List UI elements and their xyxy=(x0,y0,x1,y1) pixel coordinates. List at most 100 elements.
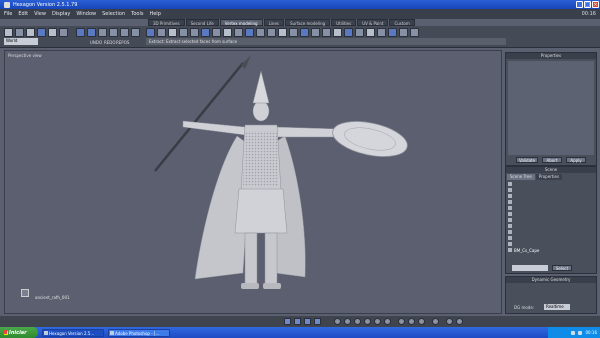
push-icon[interactable] xyxy=(377,28,386,37)
taskbar-item-hexagon[interactable]: Hexagon Version 2.5... xyxy=(42,328,104,337)
orbit-icon[interactable] xyxy=(314,318,321,325)
inflate-icon[interactable] xyxy=(278,28,287,37)
menu-edit[interactable]: Edit xyxy=(18,11,28,17)
background-icon[interactable] xyxy=(456,318,463,325)
minimize-button[interactable]: _ xyxy=(576,1,583,8)
move-along-icon[interactable] xyxy=(322,28,331,37)
pan-icon[interactable] xyxy=(304,318,311,325)
select-sphere-icon[interactable] xyxy=(48,28,57,37)
tab-properties[interactable]: Properties xyxy=(535,174,563,180)
select-magnet-icon[interactable] xyxy=(37,28,46,37)
zoom-icon[interactable] xyxy=(294,318,301,325)
visibility-checkbox[interactable] xyxy=(508,182,512,186)
symmetry-icon[interactable] xyxy=(256,28,265,37)
3d-viewport[interactable]: Perspective view ancient_rafh_001 xyxy=(4,50,502,314)
abort-button[interactable]: Abort xyxy=(542,157,562,163)
extrude-icon[interactable] xyxy=(146,28,155,37)
apply-button[interactable]: Apply xyxy=(566,157,586,163)
menu-help[interactable]: Help xyxy=(149,11,160,17)
displace-icon[interactable] xyxy=(410,28,419,37)
axis-icon[interactable] xyxy=(131,28,140,37)
redo-label[interactable]: REDO xyxy=(104,40,116,45)
select-button[interactable]: Select xyxy=(552,265,572,271)
thickness-icon[interactable] xyxy=(190,28,199,37)
scene-filter-input[interactable] xyxy=(512,265,548,271)
render-icon[interactable] xyxy=(398,318,405,325)
select-lasso-icon[interactable] xyxy=(15,28,24,37)
snap-icon[interactable] xyxy=(120,28,129,37)
visibility-checkbox[interactable] xyxy=(508,206,512,210)
rotate-icon[interactable] xyxy=(87,28,96,37)
wireframe-icon[interactable] xyxy=(344,318,351,325)
smooth-shade-icon[interactable] xyxy=(354,318,361,325)
warrior-model[interactable] xyxy=(5,51,503,315)
universal-icon[interactable] xyxy=(109,28,118,37)
fill-hole-icon[interactable] xyxy=(289,28,298,37)
tessellate-icon[interactable] xyxy=(179,28,188,37)
weld-icon[interactable] xyxy=(201,28,210,37)
extract-icon[interactable] xyxy=(267,28,276,37)
visibility-checkbox[interactable] xyxy=(508,230,512,234)
visibility-checkbox[interactable] xyxy=(508,236,512,240)
select-paint-icon[interactable] xyxy=(26,28,35,37)
boolean-icon[interactable] xyxy=(300,28,309,37)
view-settings-icon[interactable] xyxy=(432,318,439,325)
validate-button[interactable]: Validate xyxy=(516,157,538,163)
menu-tools[interactable]: Tools xyxy=(131,11,143,17)
maximize-button[interactable]: □ xyxy=(584,1,591,8)
list-item[interactable]: BM_Cs_Cape xyxy=(508,247,594,253)
crease-icon[interactable] xyxy=(399,28,408,37)
bevel-icon[interactable] xyxy=(157,28,166,37)
tab-3d-primitives[interactable]: 3D Primitives xyxy=(148,19,185,26)
relax-icon[interactable] xyxy=(311,28,320,37)
tab-scene-tree[interactable]: Scene Tree xyxy=(507,174,535,180)
layout-icon[interactable] xyxy=(418,318,425,325)
flatten-icon[interactable] xyxy=(388,28,397,37)
menu-file[interactable]: File xyxy=(4,11,12,17)
tab-vertex-modeling[interactable]: Vertex modeling xyxy=(219,19,263,26)
tray-volume-icon[interactable] xyxy=(578,330,583,335)
cut-icon[interactable] xyxy=(168,28,177,37)
shading-icon[interactable] xyxy=(334,318,341,325)
tray-network-icon[interactable] xyxy=(571,330,576,335)
menu-window[interactable]: Window xyxy=(76,11,96,17)
light-icon[interactable] xyxy=(374,318,381,325)
pinch-icon[interactable] xyxy=(366,28,375,37)
select-pointer-icon[interactable] xyxy=(4,28,13,37)
tab-surface-modeling[interactable]: Surface modeling xyxy=(285,19,331,26)
menu-selection[interactable]: Selection xyxy=(102,11,125,17)
tab-utilities[interactable]: Utilities xyxy=(331,19,357,26)
visibility-checkbox[interactable] xyxy=(508,224,512,228)
repos-label[interactable]: REPOS xyxy=(116,40,129,45)
visibility-checkbox[interactable] xyxy=(508,194,512,198)
edge-loop-icon[interactable] xyxy=(234,28,243,37)
close-button[interactable]: × xyxy=(592,1,599,8)
taskbar-item-photoshop[interactable]: Adobe Photoshop - [... xyxy=(108,328,170,337)
select-mesh-icon[interactable] xyxy=(59,28,68,37)
smooth-icon[interactable] xyxy=(245,28,254,37)
visibility-checkbox[interactable] xyxy=(508,212,512,216)
visibility-checkbox[interactable] xyxy=(508,242,512,246)
menu-display[interactable]: Display xyxy=(52,11,70,17)
camera-icon[interactable] xyxy=(284,318,291,325)
tab-lines[interactable]: Lines xyxy=(263,19,284,26)
visibility-checkbox[interactable] xyxy=(508,218,512,222)
display-icon[interactable] xyxy=(408,318,415,325)
start-button[interactable]: Iniciar xyxy=(0,327,38,338)
grid-icon[interactable] xyxy=(384,318,391,325)
dg-mode-select[interactable]: Realtime xyxy=(544,304,570,310)
visibility-checkbox[interactable] xyxy=(508,188,512,192)
subdivide-icon[interactable] xyxy=(333,28,342,37)
tab-uv-paint[interactable]: UV & Paint xyxy=(357,19,389,26)
tab-custom[interactable]: Custom xyxy=(389,19,415,26)
visibility-checkbox[interactable] xyxy=(508,248,512,252)
viewport-options-icon[interactable] xyxy=(446,318,453,325)
menu-view[interactable]: View xyxy=(34,11,46,17)
bridge-icon[interactable] xyxy=(212,28,221,37)
coordinate-mode-select[interactable]: World xyxy=(4,38,38,45)
move-icon[interactable] xyxy=(76,28,85,37)
undo-label[interactable]: UNDO xyxy=(90,40,102,45)
slice-icon[interactable] xyxy=(223,28,232,37)
scale-icon[interactable] xyxy=(98,28,107,37)
tab-second-life[interactable]: Second Life xyxy=(185,19,219,26)
